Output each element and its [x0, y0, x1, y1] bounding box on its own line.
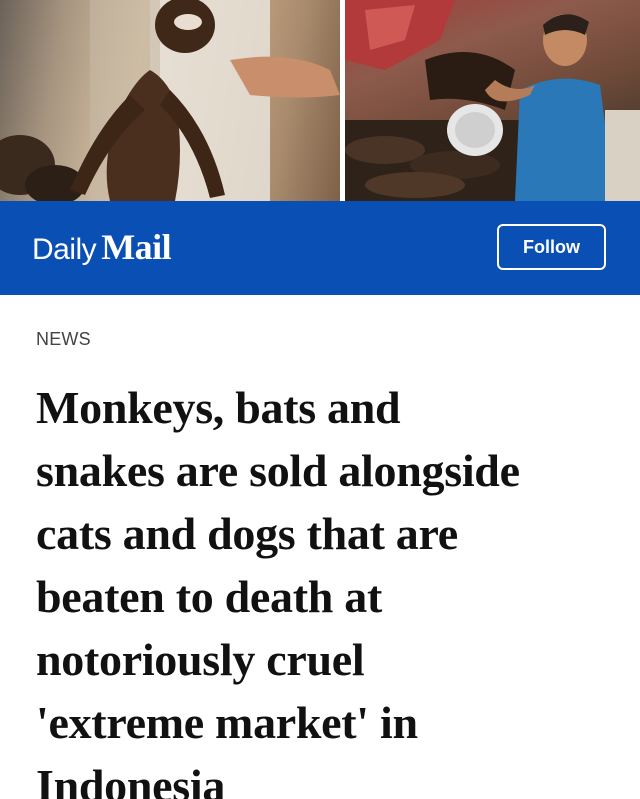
monkey-carcass-photo[interactable]	[0, 0, 340, 201]
section-label: NEWS	[36, 329, 91, 349]
logo-daily-text: Daily	[32, 233, 97, 266]
hero-image-strip	[0, 0, 640, 201]
article-headline[interactable]: Monkeys, bats and snakes are sold alongs…	[36, 376, 626, 799]
monkey-carcass-illustration	[0, 0, 340, 201]
daily-mail-logo[interactable]: Daily Mail	[32, 226, 172, 268]
market-vendor-photo[interactable]	[345, 0, 640, 201]
logo-mail-text: Mail	[101, 227, 172, 267]
follow-button[interactable]: Follow	[497, 224, 606, 270]
market-vendor-illustration	[345, 0, 640, 201]
